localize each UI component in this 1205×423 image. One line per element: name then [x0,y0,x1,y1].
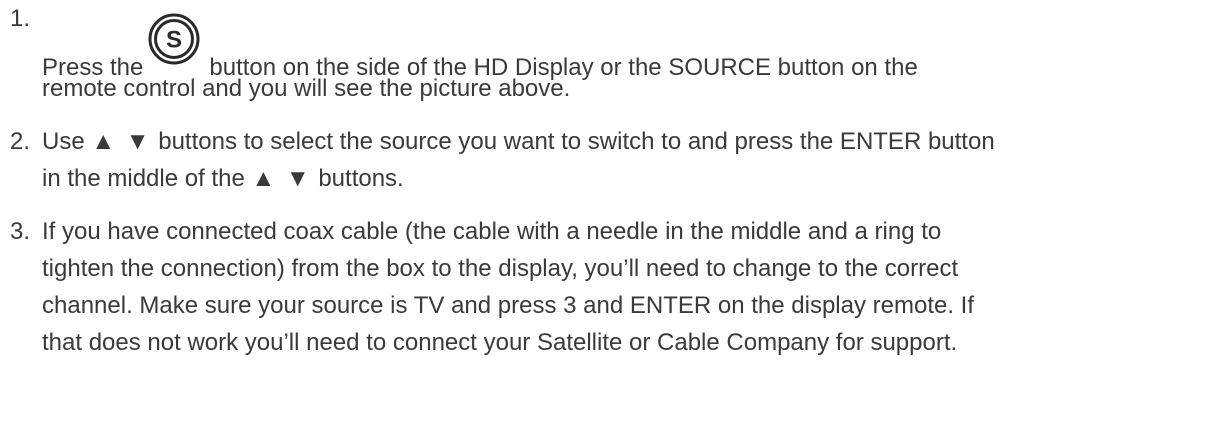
step-text: in the middle of the [42,165,245,192]
source-s-icon-letter: S [166,27,182,54]
list-item-step-3: 3. If you have connected coax cable (the … [10,213,1200,361]
step-text-line: channel. Make sure your source is TV and… [42,292,975,319]
step-number: 2. [10,128,31,155]
step-text: If you have connected coax cable (the ca… [42,218,942,245]
list-item-step-1: 1. Press the S button on the side of the… [10,5,1200,107]
step-text: buttons to select the source you want to… [158,128,995,155]
source-s-icon: S [143,13,209,83]
step-text-line: 3. If you have connected coax cable (the … [10,213,1200,250]
step-text: buttons. [318,165,404,192]
up-down-arrows-icon: ▲ ▼ [91,128,152,155]
instruction-list: 1. Press the S button on the side of the… [10,5,1200,361]
up-down-arrows-icon: ▲ ▼ [251,165,312,192]
step-text-line: 2. Use ▲ ▼ buttons to select the source y… [10,123,1200,160]
step-text-line: tighten the connection) from the box to … [42,255,959,282]
step-text-line: Press the S button on the side of the HD… [10,13,1200,81]
step-text: Use [42,128,85,155]
step-text-line: in the middle of the ▲ ▼ buttons. [10,160,1200,197]
step-number: 3. [10,218,31,245]
step-text-line: that does not work you’ll need to connec… [42,329,958,356]
list-item-step-2: 2. Use ▲ ▼ buttons to select the source y… [10,123,1200,197]
